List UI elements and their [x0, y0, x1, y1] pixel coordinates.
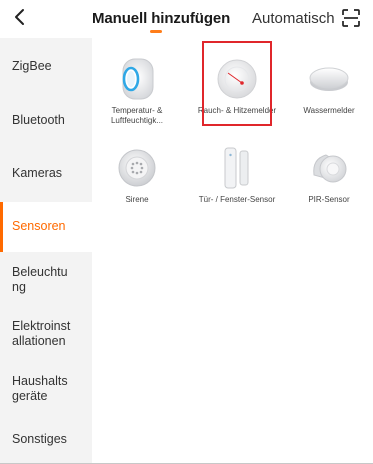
active-indicator [0, 202, 3, 252]
sidebar-item-label: Elektroinst allationen [12, 319, 71, 348]
top-bar: Manuell hinzufügen Automatisch [0, 0, 373, 38]
sidebar-item-beleuchtung[interactable]: Beleuchtu ng [0, 265, 80, 295]
selection-highlight-box [202, 41, 272, 126]
sidebar-item-kameras[interactable]: Kameras [0, 166, 92, 181]
siren-icon [118, 149, 156, 187]
sidebar-item-haushaltsgeraete[interactable]: Haushalts geräte [0, 374, 80, 404]
sidebar-item-label: Bluetooth [12, 113, 65, 127]
sidebar-item-sonstiges[interactable]: Sonstiges [0, 432, 92, 447]
device-label: Temperatur- & Luftfeuchtigk... [110, 106, 164, 125]
sidebar-item-label: Sensoren [12, 219, 66, 233]
water-leak-sensor-icon [309, 67, 349, 91]
sidebar-item-bluetooth[interactable]: Bluetooth [0, 113, 92, 128]
tab-automatic[interactable]: Automatisch [252, 10, 335, 27]
active-tab-indicator [150, 30, 162, 33]
tab-manual-add[interactable]: Manuell hinzufügen [92, 10, 230, 27]
sidebar-item-label: Beleuchtu ng [12, 265, 68, 294]
scan-icon [342, 9, 360, 27]
sidebar-item-label: ZigBee [12, 59, 52, 73]
sidebar-item-label: Sonstiges [12, 432, 67, 446]
sidebar-item-sensoren[interactable]: Sensoren [0, 202, 92, 252]
pir-sensor-icon [313, 154, 347, 183]
chevron-left-icon [15, 9, 24, 25]
scan-button[interactable] [341, 8, 361, 28]
sidebar-item-label: Haushalts geräte [12, 374, 68, 403]
device-pir-sensor[interactable]: PIR-Sensor [284, 145, 373, 205]
device-label: Tür- / Fenster-Sensor [198, 195, 276, 204]
device-door-window-sensor[interactable]: Tür- / Fenster-Sensor [192, 145, 282, 205]
sidebar-item-elektroinstallationen[interactable]: Elektroinst allationen [0, 319, 84, 349]
device-label: Wassermelder [303, 106, 355, 115]
door-window-sensor-icon [224, 147, 249, 189]
category-sidebar: ZigBee Bluetooth Kameras Sensoren Beleuc… [0, 38, 92, 463]
back-button[interactable] [8, 5, 32, 29]
device-siren[interactable]: Sirene [92, 145, 182, 205]
device-temperature-humidity[interactable]: Temperatur- & Luftfeuchtigk... [92, 56, 182, 125]
sidebar-item-zigbee[interactable]: ZigBee [0, 59, 92, 74]
device-water-leak-sensor[interactable]: Wassermelder [284, 56, 373, 116]
temperature-humidity-sensor-icon [122, 58, 154, 100]
device-label: PIR-Sensor [308, 195, 350, 204]
device-label: Sirene [125, 195, 149, 204]
sidebar-item-label: Kameras [12, 166, 63, 180]
